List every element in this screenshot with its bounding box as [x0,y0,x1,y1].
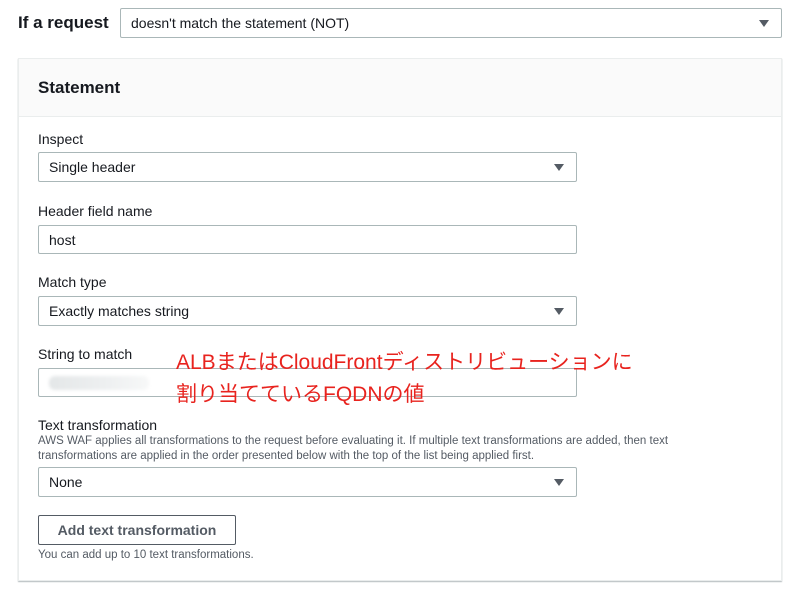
inspect-label: Inspect [38,131,84,147]
match-type-select[interactable]: Exactly matches string [38,296,577,326]
header-field-name-input[interactable]: host [38,225,577,254]
request-match-select[interactable]: doesn't match the statement (NOT) [120,8,782,38]
annotation-line-1: ALBまたはCloudFrontディストリビューションに [176,351,633,374]
caret-down-icon [554,164,564,171]
annotation-line-2: 割り当てているFQDNの値 [176,383,425,406]
text-transformation-label: Text transformation [38,417,158,433]
request-match-value: doesn't match the statement (NOT) [131,15,350,31]
text-transformation-limit-hint: You can add up to 10 text transformation… [38,549,254,561]
statement-title: Statement [38,78,121,97]
text-transformation-select[interactable]: None [38,467,577,497]
match-type-value: Exactly matches string [49,303,190,319]
caret-down-icon [554,479,564,486]
inspect-select[interactable]: Single header [38,152,577,182]
statement-panel: Statement Inspect Single header Header f… [18,58,782,581]
annotation-callout: ALBまたはCloudFrontディストリビューションに 割り当てているFQDN… [176,347,633,411]
add-text-transformation-button[interactable]: Add text transformation [38,515,236,545]
rule-condition-row: If a request doesn't match the statement… [18,8,782,38]
text-transformation-value: None [49,474,83,490]
header-field-name-label: Header field name [38,203,153,219]
caret-down-icon [759,20,769,27]
caret-down-icon [554,308,564,315]
match-type-label: Match type [38,274,107,290]
header-field-name-value: host [49,232,76,248]
string-to-match-label: String to match [38,346,133,362]
if-a-request-label: If a request [18,13,109,32]
redacted-value [49,376,149,390]
text-transformation-description: AWS WAF applies all transformations to t… [38,435,669,462]
inspect-value: Single header [49,159,136,175]
statement-panel-header: Statement [19,59,781,117]
